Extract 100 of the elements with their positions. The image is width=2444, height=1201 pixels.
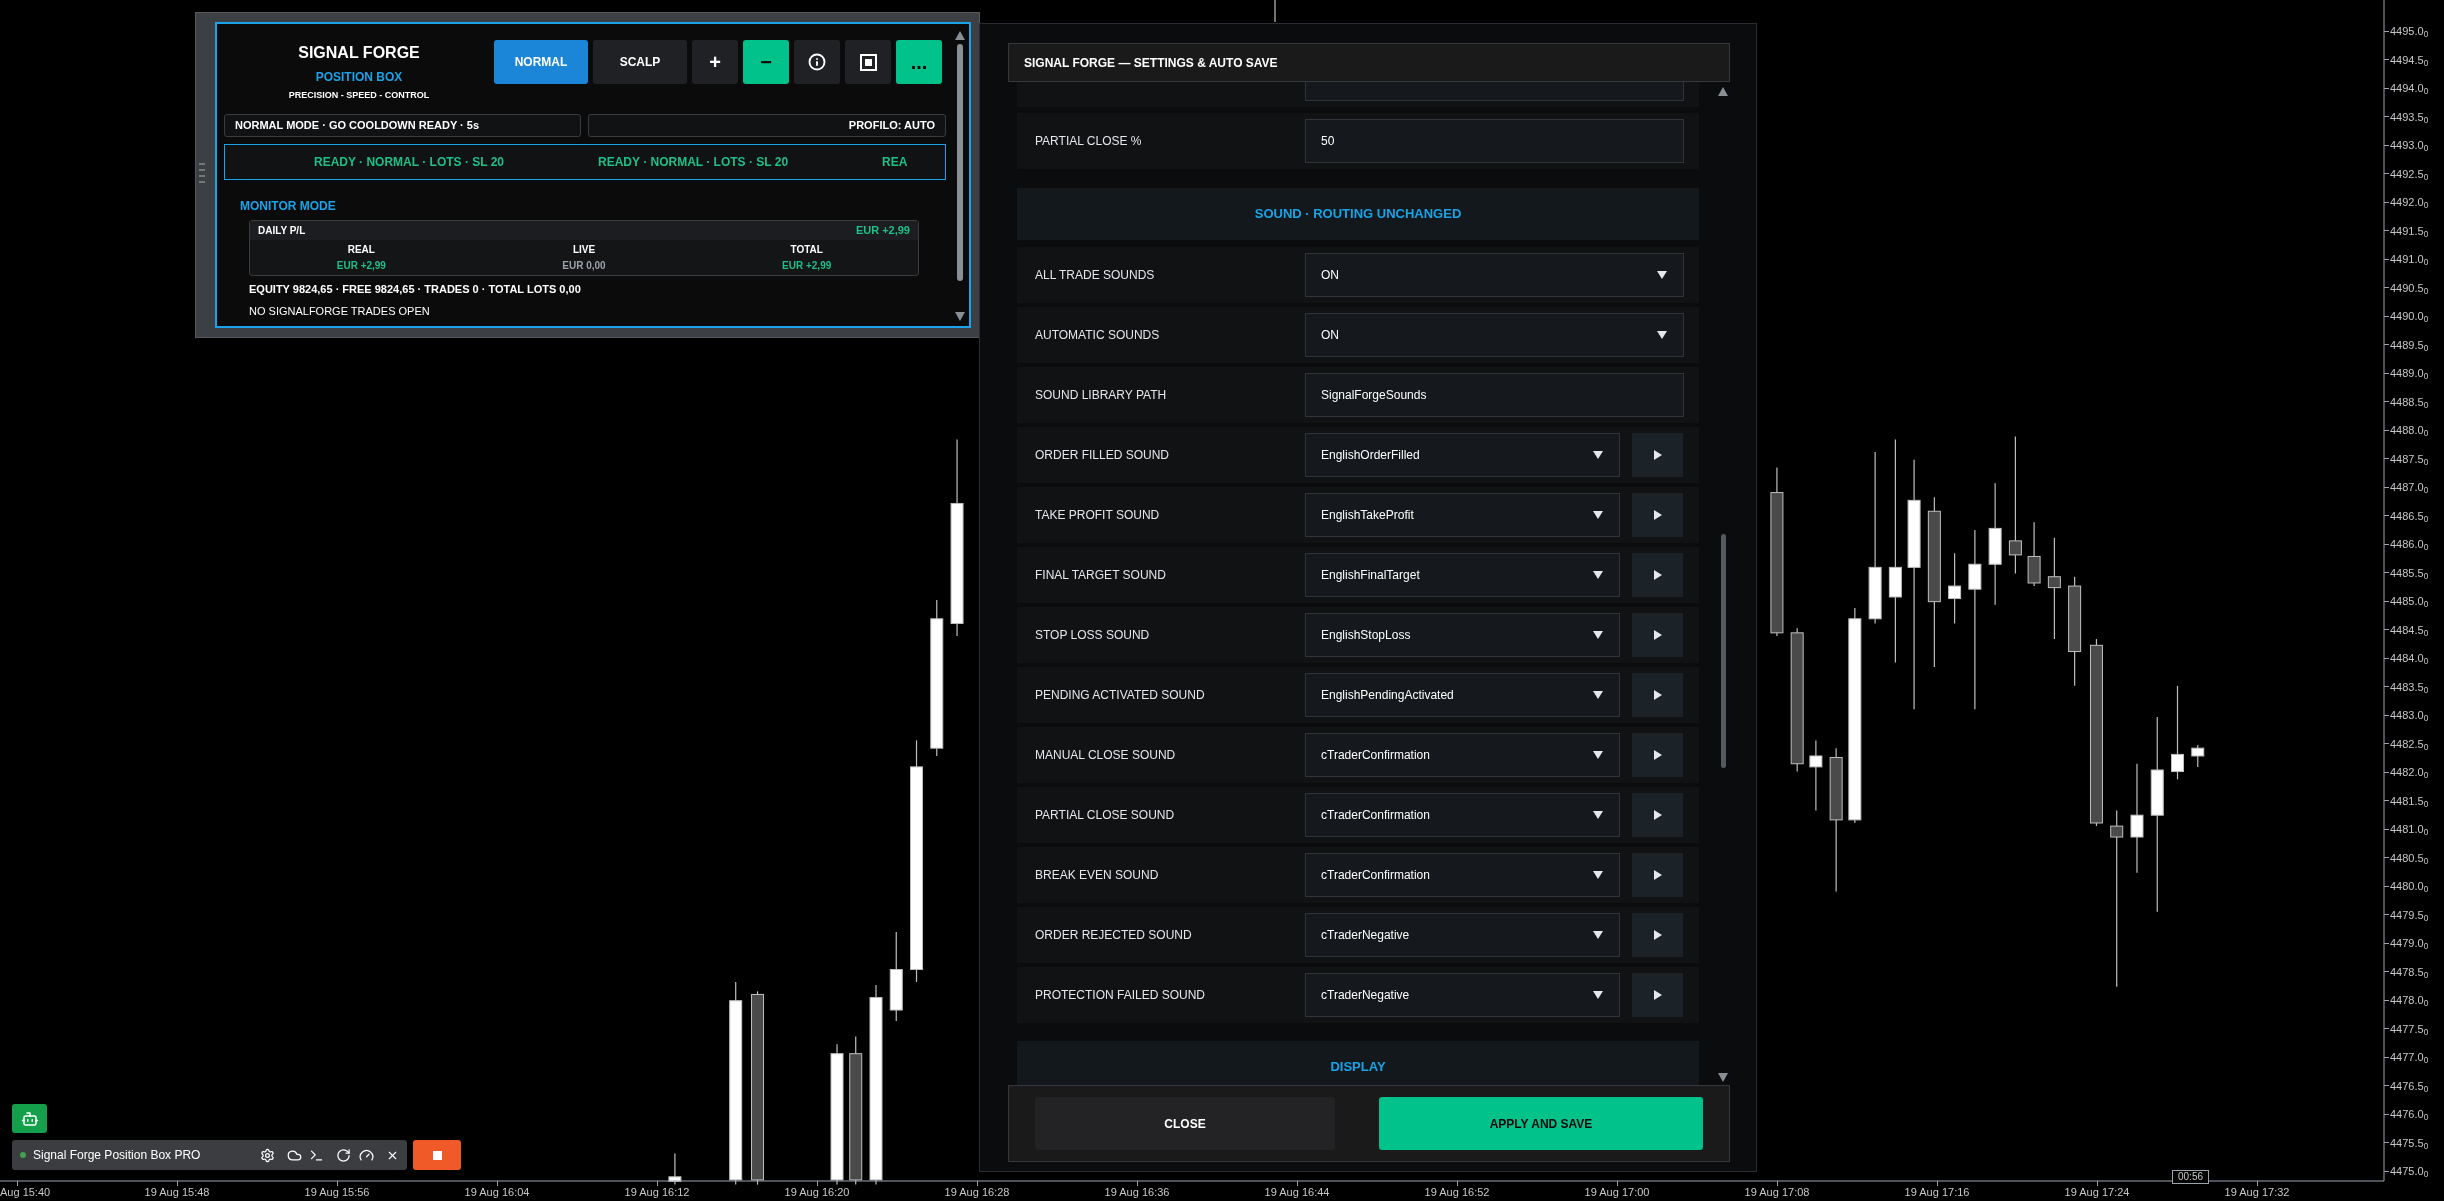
play-icon bbox=[1653, 870, 1662, 880]
mode-button[interactable]: NORMAL bbox=[494, 40, 588, 84]
dropdown[interactable]: EnglishFinalTarget bbox=[1305, 553, 1620, 597]
play-button[interactable] bbox=[1632, 853, 1683, 897]
play-button[interactable] bbox=[1632, 733, 1683, 777]
setting-label: FINAL TARGET SOUND bbox=[1035, 567, 1167, 584]
action-button[interactable]: ... bbox=[896, 40, 942, 84]
setting-label: ORDER REJECTED SOUND bbox=[1035, 927, 1193, 944]
price-label: 4489.0$_{0}$ bbox=[2390, 366, 2429, 380]
profile-text: PROFILO: AUTO bbox=[588, 114, 946, 137]
settings-icon[interactable] bbox=[260, 1147, 275, 1163]
gauge-icon[interactable] bbox=[359, 1147, 374, 1163]
input-field[interactable] bbox=[1305, 82, 1684, 101]
play-button[interactable] bbox=[1632, 793, 1683, 837]
setting-label: TAKE PROFIT SOUND bbox=[1035, 507, 1161, 524]
play-button[interactable] bbox=[1632, 673, 1683, 717]
time-label: 19 Aug 17:32 bbox=[2224, 1186, 2290, 1199]
pl-column-label: TOTAL bbox=[790, 242, 823, 257]
play-button[interactable] bbox=[1632, 613, 1683, 657]
setting-label: STOP LOSS SOUND bbox=[1035, 627, 1151, 644]
play-icon bbox=[1653, 630, 1662, 640]
price-label: 4492.5$_{0}$ bbox=[2390, 166, 2429, 181]
setting-label: PARTIAL CLOSE % bbox=[1035, 133, 1143, 150]
apply-save-button[interactable]: APPLY AND SAVE bbox=[1379, 1097, 1703, 1150]
dropdown[interactable]: ON bbox=[1305, 313, 1684, 357]
play-button[interactable] bbox=[1632, 433, 1683, 477]
robot-icon bbox=[20, 1109, 39, 1128]
price-label: 4487.0$_{0}$ bbox=[2390, 480, 2429, 494]
dropdown[interactable]: cTraderConfirmation bbox=[1305, 853, 1620, 897]
caret-icon bbox=[1593, 691, 1603, 699]
section-title: MONITOR MODE bbox=[240, 198, 337, 215]
price-label: 4488.0$_{0}$ bbox=[2390, 423, 2429, 437]
dropdown[interactable]: cTraderConfirmation bbox=[1305, 793, 1620, 837]
price-label: 4486.5$_{0}$ bbox=[2390, 508, 2429, 523]
restart-icon[interactable] bbox=[336, 1147, 351, 1163]
window-button[interactable] bbox=[845, 40, 891, 84]
dropdown[interactable]: ON bbox=[1305, 253, 1684, 297]
time-label: Aug 15:40 bbox=[0, 1186, 51, 1199]
action-button[interactable]: − bbox=[743, 40, 789, 84]
time-label: 19 Aug 16:36 bbox=[1104, 1186, 1170, 1199]
action-button[interactable]: + bbox=[692, 40, 738, 84]
dropdown[interactable]: cTraderNegative bbox=[1305, 973, 1620, 1017]
price-label: 4488.5$_{0}$ bbox=[2390, 394, 2429, 409]
setting-label: ORDER FILLED SOUND bbox=[1035, 447, 1171, 464]
play-button[interactable] bbox=[1632, 913, 1683, 957]
trades-text: NO SIGNALFORGE TRADES OPEN bbox=[249, 303, 431, 319]
scroll-down-icon[interactable] bbox=[955, 312, 965, 321]
input-field[interactable]: 50 bbox=[1305, 119, 1684, 163]
scroll-up-icon[interactable] bbox=[955, 31, 965, 40]
dropdown[interactable]: EnglishTakeProfit bbox=[1305, 493, 1620, 537]
mode-button[interactable]: SCALP bbox=[593, 40, 687, 84]
scrollbar-thumb[interactable] bbox=[1720, 534, 1726, 768]
candle bbox=[2191, 744, 2205, 768]
scrollbar-thumb[interactable] bbox=[957, 44, 963, 281]
time-label: 19 Aug 15:48 bbox=[144, 1186, 210, 1199]
input-field[interactable]: SignalForgeSounds bbox=[1305, 373, 1684, 417]
dropdown[interactable]: EnglishPendingActivated bbox=[1305, 673, 1620, 717]
price-label: 4477.0$_{0}$ bbox=[2390, 1050, 2429, 1064]
price-label: 4489.5$_{0}$ bbox=[2390, 337, 2429, 352]
terminal-icon[interactable] bbox=[309, 1147, 324, 1163]
cloud-icon[interactable] bbox=[287, 1147, 302, 1163]
price-label: 4486.0$_{0}$ bbox=[2390, 537, 2429, 551]
time-label: 19 Aug 16:44 bbox=[1264, 1186, 1330, 1199]
pl-column-value: EUR +2,99 bbox=[336, 258, 386, 273]
app-title: SIGNAL FORGE bbox=[298, 43, 420, 63]
play-button[interactable] bbox=[1632, 553, 1683, 597]
caret-icon bbox=[1593, 451, 1603, 459]
price-label: 4487.5$_{0}$ bbox=[2390, 451, 2429, 466]
play-button[interactable] bbox=[1632, 973, 1683, 1017]
scroll-down-icon[interactable] bbox=[1718, 1073, 1728, 1082]
dropdown[interactable]: cTraderNegative bbox=[1305, 913, 1620, 957]
setting-label: MANUAL CLOSE SOUND bbox=[1035, 747, 1177, 764]
drag-handle-icon[interactable] bbox=[199, 163, 205, 183]
dropdown[interactable]: cTraderConfirmation bbox=[1305, 733, 1620, 777]
price-label: 4484.0$_{0}$ bbox=[2390, 651, 2429, 665]
price-label: 4476.0$_{0}$ bbox=[2390, 1107, 2429, 1121]
play-icon bbox=[1653, 510, 1662, 520]
dropdown[interactable]: EnglishOrderFilled bbox=[1305, 433, 1620, 477]
play-icon bbox=[1653, 930, 1662, 940]
window-icon bbox=[859, 53, 877, 71]
ticker-text: REA bbox=[882, 154, 908, 171]
price-label: 4479.0$_{0}$ bbox=[2390, 936, 2429, 950]
play-button[interactable] bbox=[1632, 493, 1683, 537]
app-subtitle: POSITION BOX bbox=[315, 69, 403, 85]
bot-button[interactable] bbox=[12, 1104, 47, 1133]
price-label: 4478.5$_{0}$ bbox=[2390, 964, 2429, 979]
dropdown[interactable]: EnglishStopLoss bbox=[1305, 613, 1620, 657]
price-label: 4482.0$_{0}$ bbox=[2390, 765, 2429, 779]
info-icon bbox=[808, 53, 826, 71]
section-header: SOUND · ROUTING UNCHANGED bbox=[1017, 188, 1699, 240]
pl-column-label: LIVE bbox=[572, 242, 596, 257]
ticker-text: READY · NORMAL · LOTS · SL 20 bbox=[314, 154, 505, 171]
play-icon bbox=[1653, 990, 1662, 1000]
price-label: 4481.5$_{0}$ bbox=[2390, 793, 2429, 808]
price-label: 4485.0$_{0}$ bbox=[2390, 594, 2429, 608]
info-button[interactable] bbox=[794, 40, 840, 84]
scroll-up-icon[interactable] bbox=[1718, 87, 1728, 96]
play-icon bbox=[1653, 810, 1662, 820]
stop-button[interactable] bbox=[413, 1140, 461, 1170]
close-button[interactable]: CLOSE bbox=[1035, 1097, 1335, 1150]
